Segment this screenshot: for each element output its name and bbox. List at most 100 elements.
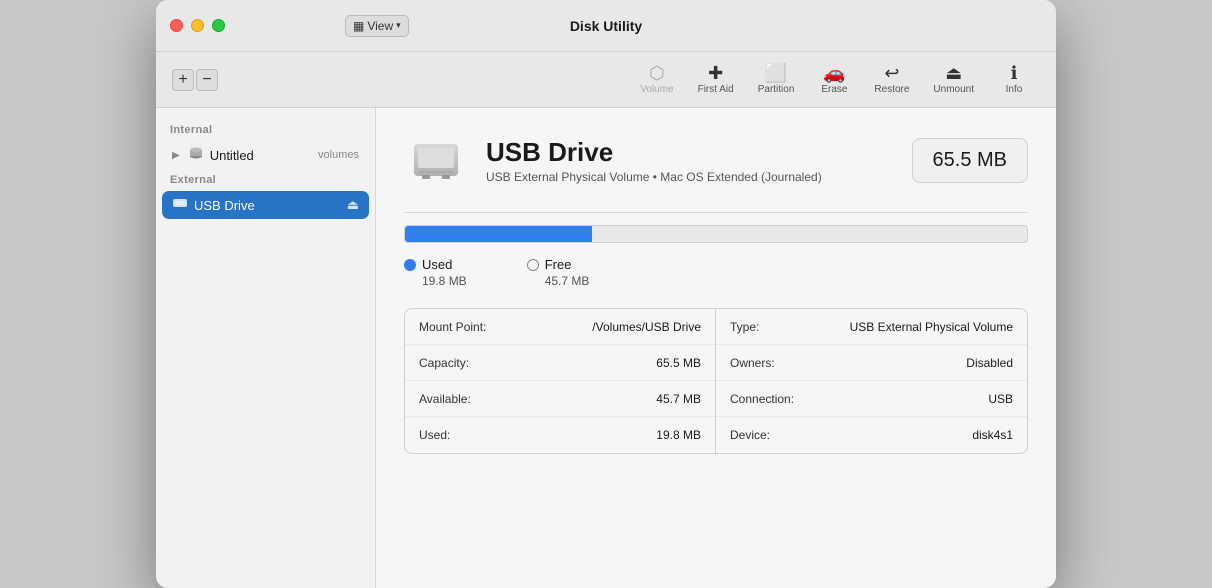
internal-section-label: Internal — [156, 120, 375, 140]
type-row: Type: USB External Physical Volume — [716, 309, 1027, 345]
window-title: Disk Utility — [570, 18, 642, 34]
unmount-button[interactable]: ⏏ Unmount — [923, 60, 984, 99]
toolbar-actions: ⬡ Volume ✚ First Aid ⬜ Partition 🚗 Erase… — [630, 60, 1040, 99]
device-key: Device: — [730, 428, 820, 442]
info-col-left: Mount Point: /Volumes/USB Drive Capacity… — [405, 309, 716, 453]
drive-subtitle: USB External Physical Volume • Mac OS Ex… — [486, 170, 894, 184]
device-row: Device: disk4s1 — [716, 417, 1027, 453]
partition-label: Partition — [758, 84, 795, 95]
capacity-key: Capacity: — [419, 356, 509, 370]
used-val: 19.8 MB — [509, 428, 701, 442]
remove-button[interactable]: − — [196, 69, 218, 91]
capacity-val: 65.5 MB — [509, 356, 701, 370]
sidebar-item-untitled[interactable]: ▶ Untitled volumes — [162, 141, 369, 169]
restore-button[interactable]: ↩ Restore — [864, 60, 919, 99]
mount-point-key: Mount Point: — [419, 320, 509, 334]
view-button[interactable]: ▦ View ▾ — [345, 15, 409, 37]
volume-icon: ⬡ — [649, 64, 665, 82]
partition-button[interactable]: ⬜ Partition — [748, 60, 805, 99]
usage-bar-fill — [405, 226, 592, 242]
type-val: USB External Physical Volume — [820, 320, 1013, 334]
usage-bar-container — [404, 225, 1028, 243]
erase-button[interactable]: 🚗 Erase — [808, 60, 860, 99]
mount-point-row: Mount Point: /Volumes/USB Drive — [405, 309, 715, 345]
connection-row: Connection: USB — [716, 381, 1027, 417]
divider-1 — [404, 212, 1028, 213]
restore-icon: ↩ — [884, 64, 899, 82]
untitled-item-name: Untitled — [210, 148, 312, 163]
titlebar: ▦ View ▾ Disk Utility — [156, 0, 1056, 52]
firstaid-label: First Aid — [698, 84, 734, 95]
info-icon: ℹ — [1011, 64, 1018, 82]
sidebar-item-usb[interactable]: USB Drive ⏏ — [162, 191, 369, 219]
connection-val: USB — [820, 392, 1013, 406]
usage-legend: Used 19.8 MB Free 45.7 MB — [404, 257, 1028, 288]
sidebar: Internal ▶ Untitled volumes External — [156, 108, 376, 588]
view-label: View — [367, 19, 393, 33]
erase-label: Erase — [821, 84, 847, 95]
owners-val: Disabled — [820, 356, 1013, 370]
owners-row: Owners: Disabled — [716, 345, 1027, 381]
available-val: 45.7 MB — [509, 392, 701, 406]
usb-disk-icon — [172, 195, 188, 215]
capacity-row: Capacity: 65.5 MB — [405, 345, 715, 381]
restore-label: Restore — [874, 84, 909, 95]
eject-icon: ⏏ — [347, 197, 359, 213]
available-key: Available: — [419, 392, 509, 406]
external-section-label: External — [156, 170, 375, 190]
free-legend-item: Free 45.7 MB — [527, 257, 590, 288]
drive-size-badge: 65.5 MB — [912, 138, 1028, 183]
disk-icon — [188, 145, 204, 165]
unmount-label: Unmount — [933, 84, 974, 95]
view-icon: ▦ — [353, 19, 364, 33]
firstaid-icon: ✚ — [708, 64, 723, 82]
free-dot — [527, 259, 539, 271]
info-table: Mount Point: /Volumes/USB Drive Capacity… — [404, 308, 1028, 454]
firstaid-button[interactable]: ✚ First Aid — [688, 60, 744, 99]
owners-key: Owners: — [730, 356, 820, 370]
info-col-right: Type: USB External Physical Volume Owner… — [716, 309, 1027, 453]
add-button[interactable]: + — [172, 69, 194, 91]
connection-key: Connection: — [730, 392, 820, 406]
maximize-button[interactable] — [212, 19, 225, 32]
partition-icon: ⬜ — [765, 64, 787, 82]
usb-item-name: USB Drive — [194, 198, 341, 213]
add-remove-group: + − — [172, 69, 218, 91]
used-key: Used: — [419, 428, 509, 442]
traffic-lights — [170, 19, 225, 32]
titlebar-left: ▦ View ▾ — [345, 15, 409, 37]
volumes-label: volumes — [318, 149, 359, 161]
drive-header: USB Drive USB External Physical Volume •… — [404, 128, 1028, 192]
used-label-row: Used — [404, 257, 467, 272]
free-label: Free — [545, 257, 572, 272]
unmount-icon: ⏏ — [945, 64, 962, 82]
window: ▦ View ▾ Disk Utility + − ⬡ Volume ✚ Fir… — [156, 0, 1056, 588]
close-button[interactable] — [170, 19, 183, 32]
info-button[interactable]: ℹ Info — [988, 60, 1040, 99]
chevron-down-icon: ▾ — [396, 20, 401, 31]
content-area: USB Drive USB External Physical Volume •… — [376, 108, 1056, 588]
volume-label: Volume — [640, 84, 673, 95]
used-legend-item: Used 19.8 MB — [404, 257, 467, 288]
minimize-button[interactable] — [191, 19, 204, 32]
used-dot — [404, 259, 416, 271]
info-label: Info — [1006, 84, 1023, 95]
drive-icon — [404, 128, 468, 192]
chevron-right-icon: ▶ — [172, 150, 180, 161]
type-key: Type: — [730, 320, 820, 334]
used-label: Used — [422, 257, 452, 272]
mount-point-val: /Volumes/USB Drive — [509, 320, 701, 334]
erase-icon: 🚗 — [823, 64, 845, 82]
volume-button[interactable]: ⬡ Volume — [630, 60, 683, 99]
used-row: Used: 19.8 MB — [405, 417, 715, 453]
toolbar: + − ⬡ Volume ✚ First Aid ⬜ Partition 🚗 E… — [156, 52, 1056, 108]
available-row: Available: 45.7 MB — [405, 381, 715, 417]
device-val: disk4s1 — [820, 428, 1013, 442]
used-value: 19.8 MB — [404, 274, 467, 288]
drive-info: USB Drive USB External Physical Volume •… — [486, 137, 894, 184]
drive-name: USB Drive — [486, 137, 894, 168]
free-value: 45.7 MB — [527, 274, 590, 288]
titlebar-center: Disk Utility — [570, 18, 642, 34]
free-label-row: Free — [527, 257, 590, 272]
main-area: Internal ▶ Untitled volumes External — [156, 108, 1056, 588]
